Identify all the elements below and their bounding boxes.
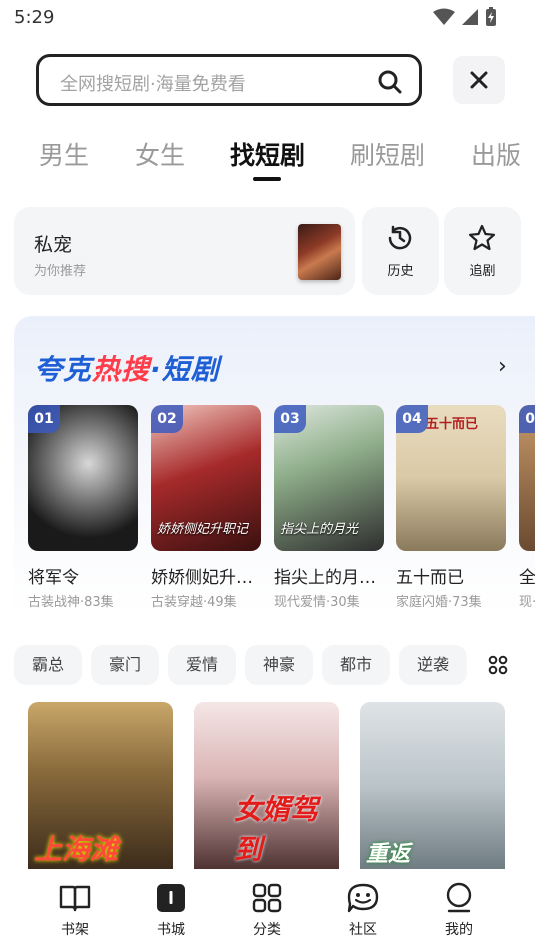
status-bar: 5:29 <box>0 0 535 36</box>
tag-chip[interactable]: 霸总 <box>14 645 82 685</box>
follow-drama-button[interactable]: 追剧 <box>444 207 521 295</box>
battery-icon <box>486 7 496 26</box>
hot-title-brand: 夸克 <box>34 353 93 386</box>
search-placeholder: 全网搜短剧·海量免费看 <box>60 74 246 95</box>
nav-community[interactable]: 社区 <box>333 881 393 939</box>
tab-female[interactable]: 女生 <box>135 136 185 172</box>
hot-item-title: 指尖上的月… <box>274 568 376 588</box>
close-button[interactable] <box>453 56 505 104</box>
recommend-title: 私宠 <box>34 234 73 256</box>
cover-title-text: 五十而已 <box>426 417 479 432</box>
nav-bookstore[interactable]: 书城 <box>141 881 201 939</box>
rank-badge: 04 <box>396 405 428 433</box>
nav-bookshelf[interactable]: 书架 <box>45 881 105 939</box>
tag-chip[interactable]: 豪门 <box>91 645 159 685</box>
follow-label: 追剧 <box>469 264 496 279</box>
hot-item-cover: 02 娇娇侧妃升职记 <box>151 405 261 551</box>
book-icon <box>59 885 91 912</box>
hot-item-meta: 现· <box>519 595 535 610</box>
hot-item-meta: 古装战神·83集 <box>28 595 114 610</box>
cover-title-text: 娇娇侧妃升职记 <box>157 522 249 537</box>
tab-publishing[interactable]: 出版 <box>471 136 521 172</box>
rank-badge: 02 <box>151 405 183 433</box>
profile-icon <box>446 882 472 913</box>
wifi-icon <box>433 8 455 25</box>
tab-find-drama[interactable]: 找短剧 <box>230 136 305 172</box>
nav-category[interactable]: 分类 <box>237 881 297 939</box>
hot-item-meta: 家庭闪婚·73集 <box>396 595 482 610</box>
history-button[interactable]: 历史 <box>362 207 439 295</box>
hot-item-title: 娇娇侧妃升… <box>151 568 253 588</box>
nav-label: 社区 <box>349 922 377 938</box>
more-tags-button[interactable] <box>478 643 518 687</box>
hot-item-card[interactable]: 04 五十而已 五十而已 家庭闪婚·73集 <box>396 405 506 610</box>
search-icon[interactable] <box>377 69 403 95</box>
star-icon <box>468 224 496 251</box>
rank-badge: 03 <box>274 405 306 433</box>
status-time: 5:29 <box>14 7 55 28</box>
nav-label: 分类 <box>253 922 281 938</box>
hot-item-card[interactable]: 05 全 现· <box>519 405 535 610</box>
active-tab-indicator <box>253 177 281 181</box>
close-icon <box>470 71 488 89</box>
recommend-card[interactable]: 私宠 为你推荐 <box>14 207 355 295</box>
app-screen: 5:29 全网搜短剧·海量免费看 男生 女生 找短剧 刷短剧 出版 私宠 为你推… <box>0 0 535 951</box>
hot-item-cover: 01 <box>28 405 138 551</box>
hot-item-cover: 04 五十而已 <box>396 405 506 551</box>
poster-title: 女婿驾到 <box>234 793 319 866</box>
hot-item-title: 全 <box>519 568 535 588</box>
hot-item-title: 五十而已 <box>396 568 464 588</box>
rank-badge: 01 <box>28 405 60 433</box>
grid-icon <box>252 883 282 913</box>
history-icon <box>388 225 412 250</box>
hot-item-cover: 05 <box>519 405 535 551</box>
signal-icon <box>462 9 478 25</box>
poster-title: 重返 <box>366 842 411 867</box>
tag-chip[interactable]: 逆袭 <box>399 645 467 685</box>
tag-chip[interactable]: 爱情 <box>168 645 236 685</box>
hot-item-meta: 古装穿越·49集 <box>151 595 237 610</box>
bookstore-icon <box>157 884 185 912</box>
bottom-nav: 书架 书城 分类 社区 我的 <box>0 869 535 951</box>
hot-item-meta: 现代爱情·30集 <box>274 595 360 610</box>
nav-profile[interactable]: 我的 <box>429 881 489 939</box>
history-label: 历史 <box>387 264 414 279</box>
tag-chip[interactable]: 神豪 <box>245 645 313 685</box>
hot-title-drama: ·短剧 <box>150 353 220 386</box>
recommend-subtitle: 为你推荐 <box>34 264 87 279</box>
hot-search-title[interactable]: 夸克热搜·短剧 <box>34 348 220 388</box>
hot-item-card[interactable]: 01 将军令 古装战神·83集 <box>28 405 138 610</box>
search-input[interactable]: 全网搜短剧·海量免费看 <box>36 54 422 106</box>
drama-poster[interactable]: 上海滩 <box>28 702 173 872</box>
hot-item-card[interactable]: 02 娇娇侧妃升职记 娇娇侧妃升… 古装穿越·49集 <box>151 405 261 610</box>
grid-dots-icon <box>488 655 508 675</box>
hot-title-hot: 热搜 <box>92 353 151 386</box>
cover-title-text: 指尖上的月光 <box>280 522 359 537</box>
tag-chip[interactable]: 都市 <box>322 645 390 685</box>
status-icons <box>433 7 497 27</box>
hot-item-card[interactable]: 03 指尖上的月光 指尖上的月… 现代爱情·30集 <box>274 405 384 610</box>
chevron-right-icon[interactable]: › <box>498 354 507 379</box>
nav-label: 书架 <box>61 922 89 938</box>
hot-item-title: 将军令 <box>28 568 79 588</box>
tab-male[interactable]: 男生 <box>39 136 89 172</box>
recommend-cover-thumbnail <box>298 224 341 280</box>
drama-poster[interactable]: 重返 <box>360 702 505 872</box>
community-icon <box>347 883 379 913</box>
rank-badge: 05 <box>519 405 535 433</box>
drama-poster[interactable]: 女婿驾到 <box>194 702 339 872</box>
nav-label: 我的 <box>445 922 473 938</box>
tab-swipe-drama[interactable]: 刷短剧 <box>350 136 425 172</box>
hot-item-cover: 03 指尖上的月光 <box>274 405 384 551</box>
poster-title: 上海滩 <box>34 833 119 866</box>
nav-label: 书城 <box>157 922 185 938</box>
